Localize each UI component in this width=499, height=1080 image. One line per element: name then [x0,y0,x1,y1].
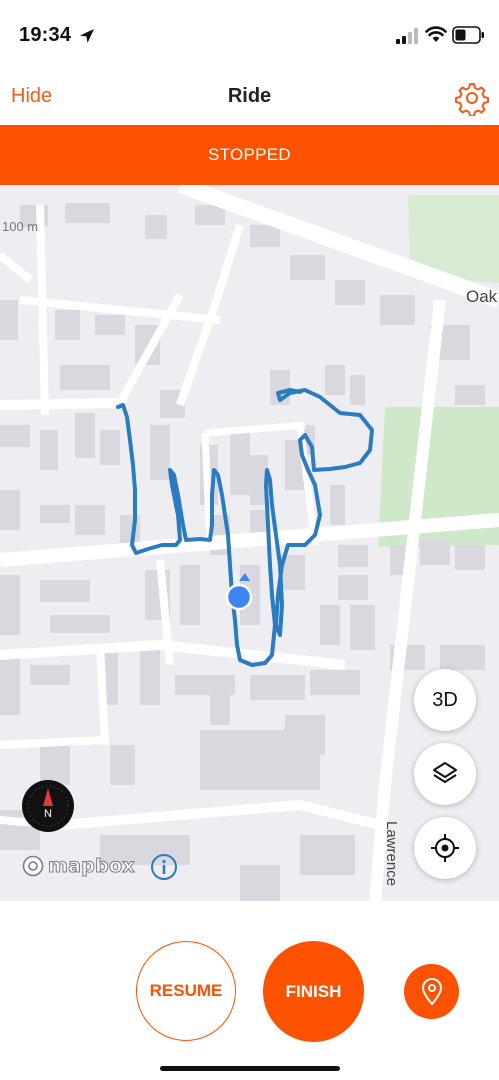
layers-button[interactable] [414,743,476,805]
current-location-dot [225,583,253,611]
status-bar: 19:34 [0,0,499,72]
nav-bar: Hide Ride [0,72,499,125]
crosshair-icon [431,834,459,862]
mapbox-logo[interactable]: mapbox [22,853,135,879]
hide-button[interactable]: Hide [11,85,52,108]
3d-button-label: 3D [432,688,458,711]
status-banner-text: STOPPED [207,145,292,164]
compass-north-label: N [44,808,52,820]
map-pin-button[interactable] [404,964,459,1019]
mapbox-attribution: mapbox [48,855,136,878]
mapbox-logo-icon [22,855,44,877]
layers-icon [433,762,457,783]
cellular-signal-icon [396,28,418,44]
map-pin-icon [421,977,442,1005]
battery-icon [452,26,484,44]
page-title: Ride [227,85,272,107]
location-arrow-icon [80,29,94,43]
home-indicator [160,1066,340,1071]
info-icon[interactable] [150,853,178,881]
wifi-icon [425,26,447,42]
gear-icon[interactable] [454,80,490,116]
status-time: 19:34 [19,24,72,46]
scale-label: 100 m [2,219,39,234]
street-label-lawrence: Lawrence [383,821,400,887]
recenter-button[interactable] [414,817,476,879]
map-view[interactable]: 100 m Oak Lawrence 3D N mapbox [0,185,499,901]
finish-button[interactable]: FINISH [263,941,364,1042]
resume-button[interactable]: RESUME [136,941,236,1041]
resume-button-label: RESUME [149,981,223,1000]
compass[interactable]: N [22,780,74,832]
3d-button[interactable]: 3D [414,669,476,731]
status-banner: STOPPED [0,125,499,185]
compass-icon: N [27,785,69,827]
ride-controls: RESUME FINISH [0,901,499,1080]
finish-button-label: FINISH [285,981,342,1001]
street-label-oak: Oak [466,287,498,306]
